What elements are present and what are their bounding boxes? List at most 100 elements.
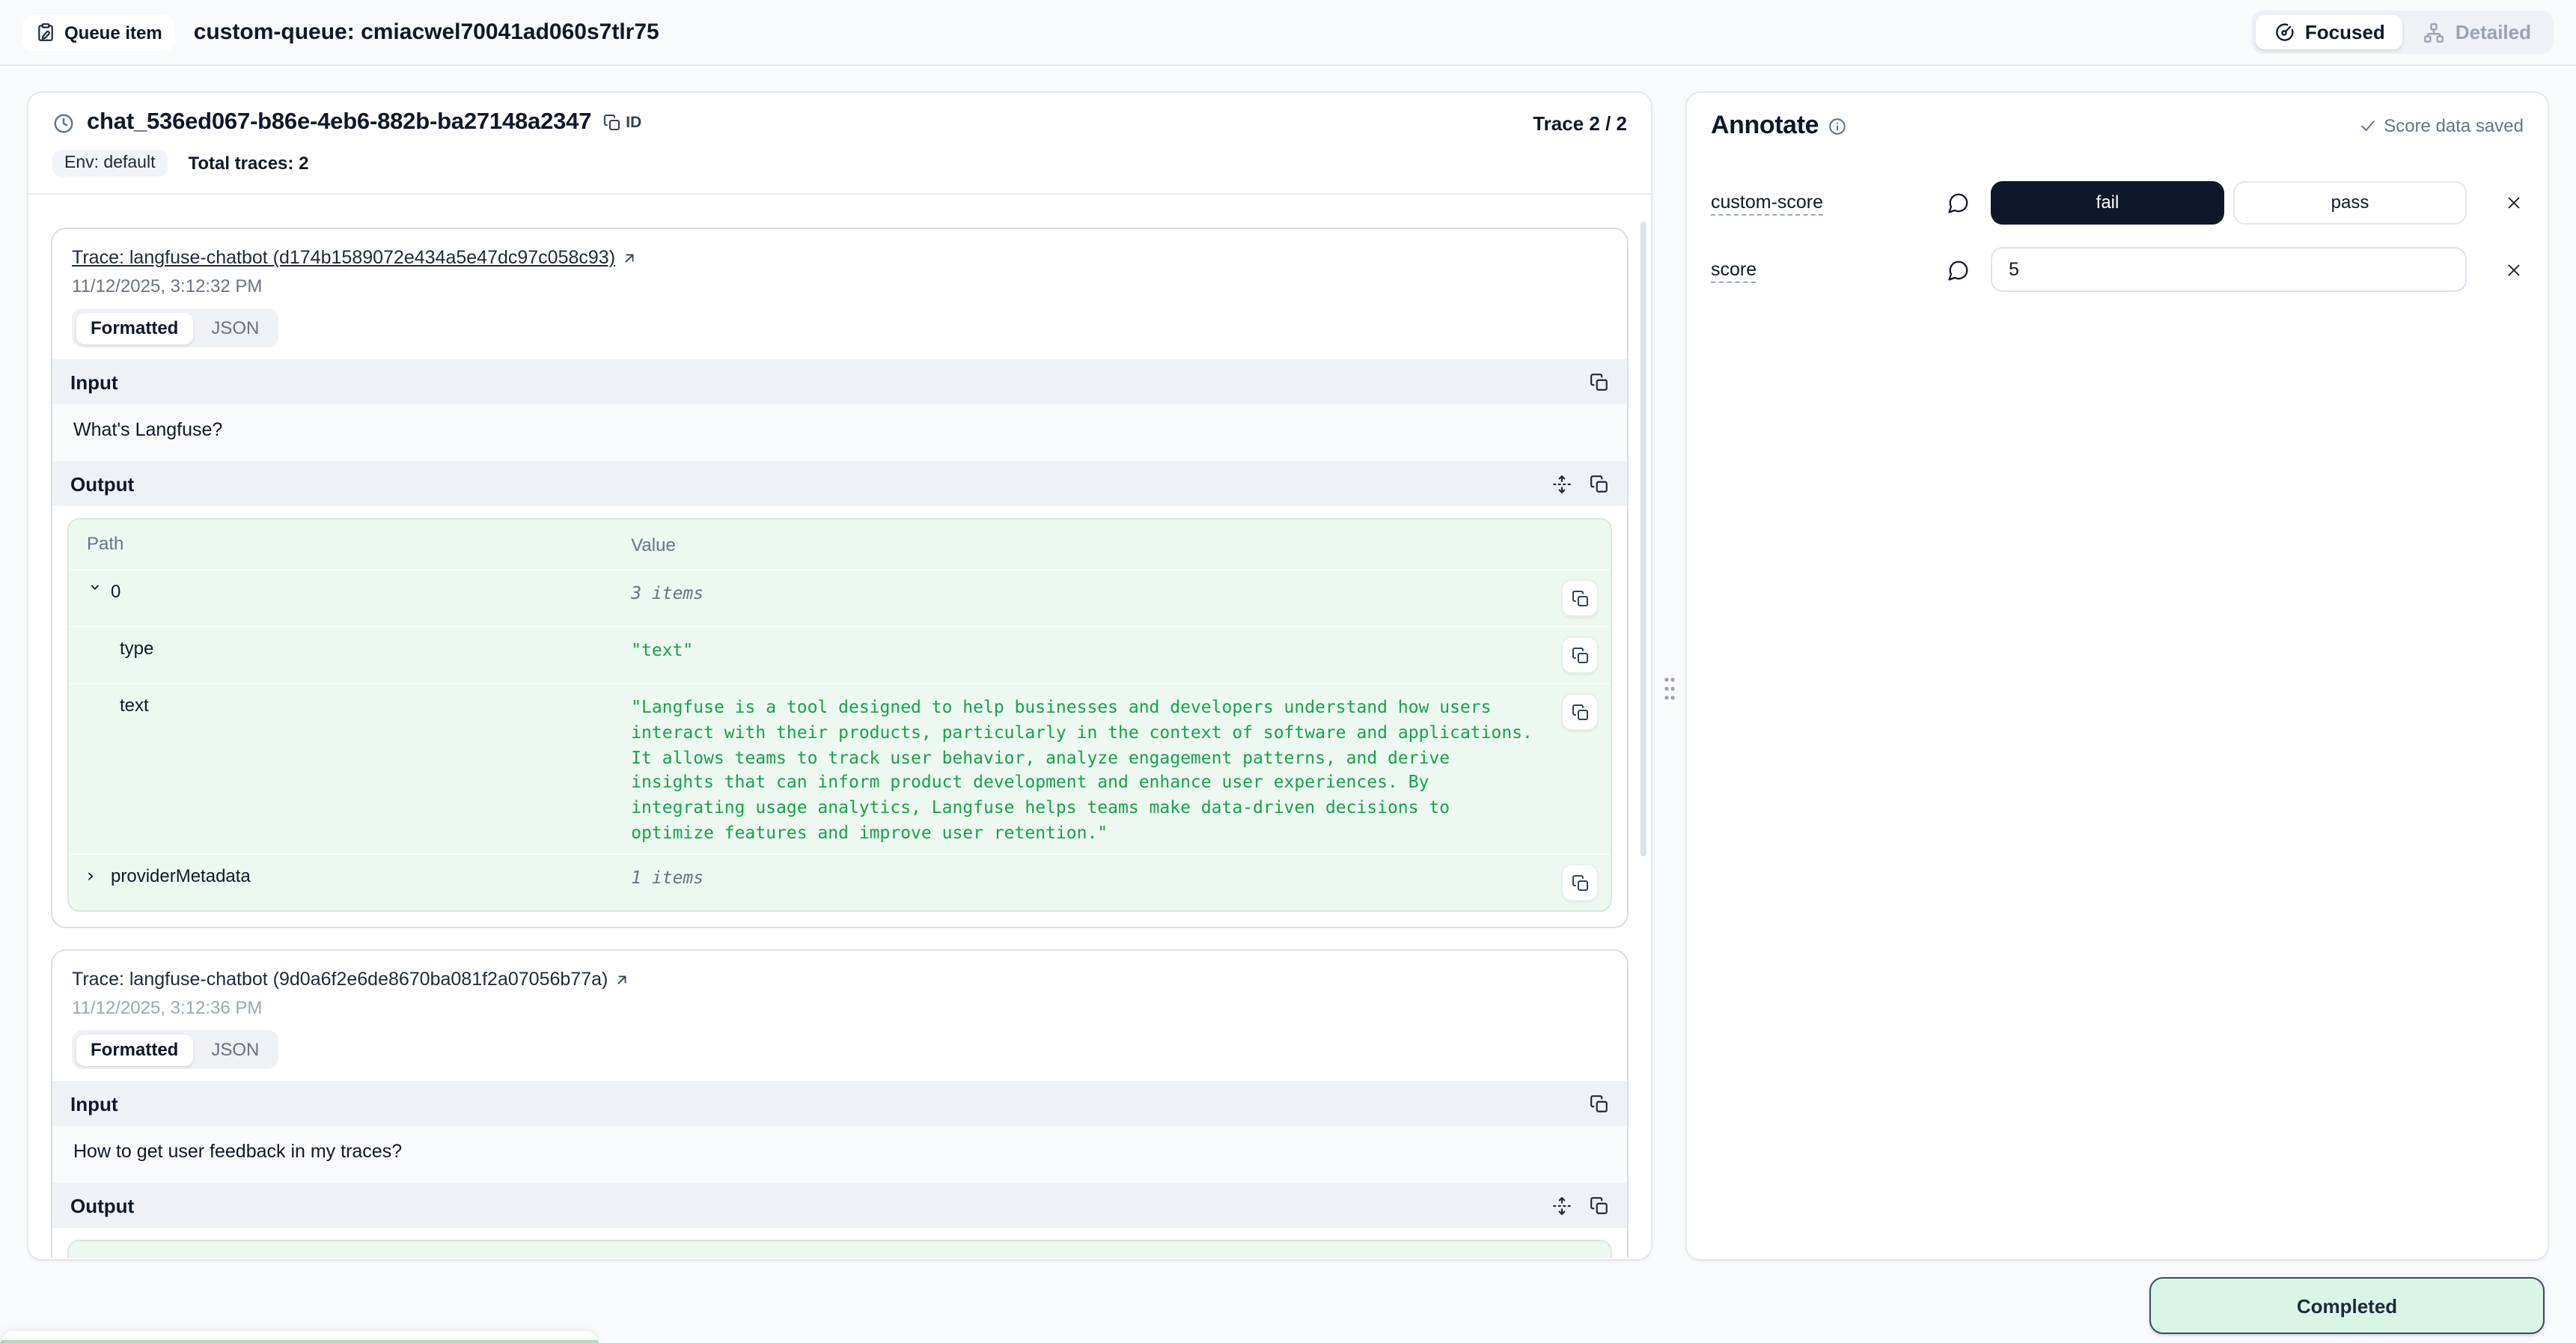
total-traces-label: Total traces: 2 — [188, 153, 308, 174]
copy-value-button[interactable] — [1561, 865, 1599, 902]
trace-timestamp: 11/12/2025, 3:12:36 PM — [72, 998, 1608, 1019]
copy-icon — [1590, 474, 1609, 493]
output-table-row: › providerMetadata 1 items — [69, 854, 1611, 911]
save-status-label: Score data saved — [2384, 115, 2524, 136]
copy-icon — [1571, 590, 1589, 608]
input-section-header: Input — [52, 1082, 1627, 1127]
focused-view-button[interactable]: Focused — [2256, 15, 2403, 49]
expand-output-button[interactable] — [1552, 474, 1572, 493]
column-header-value: Value — [631, 532, 1545, 559]
clock-icon — [52, 112, 75, 134]
path-key: 0 — [111, 582, 120, 603]
output-json-table: PathValue›03 itemstype"text"text"Langfus… — [67, 518, 1612, 913]
row-path: type — [87, 637, 631, 660]
copy-icon — [1571, 704, 1589, 722]
score-name: score — [1711, 259, 1947, 280]
row-path: ›0 — [87, 580, 631, 603]
output-label: Output — [70, 1195, 134, 1217]
trace-counter: Trace 2 / 2 — [1533, 112, 1627, 134]
copy-value-button[interactable] — [1561, 580, 1599, 618]
comment-button[interactable] — [1947, 258, 1970, 281]
copy-icon — [1571, 874, 1589, 892]
row-value: 1 items — [631, 865, 1545, 891]
row-value: "Langfuse is a tool designed to help bus… — [631, 694, 1545, 845]
comment-button[interactable] — [1947, 191, 1970, 213]
tab-json[interactable]: JSON — [196, 1035, 274, 1066]
copy-icon — [1571, 647, 1589, 665]
check-icon — [2358, 117, 2376, 135]
score-option-fail[interactable]: fail — [1991, 180, 2224, 224]
column-header-path: Path — [87, 532, 631, 554]
copy-value-button[interactable] — [1561, 694, 1599, 731]
external-link-icon — [614, 972, 630, 988]
info-icon[interactable] — [1828, 116, 1847, 135]
output-json-table: PathValue›03 items — [67, 1240, 1612, 1258]
focused-label: Focused — [2305, 21, 2385, 43]
row-value: "text" — [631, 637, 1545, 663]
input-value: What's Langfuse? — [52, 404, 1627, 461]
column-header-path: Path — [87, 1254, 631, 1258]
tab-formatted[interactable]: Formatted — [76, 1035, 193, 1066]
queue-item-page: Queue item custom-queue: cmiacwel70041ad… — [0, 0, 2576, 1343]
copy-id-button[interactable]: ID — [603, 114, 641, 132]
trace-list-scroll-area[interactable]: Trace: langfuse-chatbot (d174b1589072e43… — [30, 210, 1649, 1258]
trace-panel-header: chat_536ed067-b86e-4eb6-882b-ba27148a234… — [28, 93, 1651, 195]
copy-value-button[interactable] — [1561, 637, 1599, 674]
copy-icon — [1590, 1094, 1609, 1114]
trace-timestamp: 11/12/2025, 3:12:32 PM — [72, 275, 1608, 296]
trace-panel: chat_536ed067-b86e-4eb6-882b-ba27148a234… — [27, 91, 1652, 1261]
panel-resize-handle[interactable] — [1660, 671, 1678, 707]
main-content: chat_536ed067-b86e-4eb6-882b-ba27148a234… — [0, 66, 2576, 1343]
expand-output-button[interactable] — [1552, 1196, 1572, 1216]
chevron-down-icon[interactable]: › — [86, 584, 105, 600]
input-label: Input — [70, 1093, 118, 1115]
copy-icon — [1590, 372, 1609, 392]
toast-edge — [0, 1330, 599, 1343]
path-key: providerMetadata — [111, 866, 251, 887]
score-row-score: score — [1687, 247, 2548, 292]
chevron-right-icon[interactable]: › — [87, 868, 103, 886]
delete-score-button[interactable] — [2504, 260, 2524, 279]
output-section-header: Output — [52, 1184, 1627, 1228]
external-link-icon — [621, 249, 638, 266]
trace-link-1[interactable]: Trace: langfuse-chatbot (d174b1589072e43… — [72, 247, 638, 268]
env-badge: Env: default — [52, 150, 167, 177]
format-tabs: Formatted JSON — [72, 308, 278, 347]
view-mode-toggle: Focused Detailed — [2251, 10, 2554, 54]
tab-formatted[interactable]: Formatted — [76, 312, 193, 344]
trace-link-label: Trace: langfuse-chatbot (9d0a6f2e6de8670… — [72, 969, 608, 990]
row-path: text — [87, 694, 631, 716]
score-value-input[interactable] — [1991, 247, 2467, 292]
row-path: › providerMetadata — [87, 865, 631, 887]
copy-input-button[interactable] — [1590, 372, 1609, 392]
clipboard-pen-icon — [36, 22, 55, 42]
queue-item-badge: Queue item — [22, 14, 176, 50]
annotate-header: Annotate Score data saved — [1687, 93, 2548, 141]
output-table-row: type"text" — [69, 627, 1611, 683]
unfold-vertical-icon — [1552, 1196, 1572, 1216]
copy-output-button[interactable] — [1590, 1196, 1609, 1216]
trace-card-1: Trace: langfuse-chatbot (d174b1589072e43… — [51, 228, 1629, 929]
x-icon — [2504, 260, 2524, 279]
trace-card-2: Trace: langfuse-chatbot (9d0a6f2e6de8670… — [51, 950, 1629, 1258]
vertical-scrollbar[interactable] — [1640, 222, 1646, 856]
tab-json[interactable]: JSON — [196, 312, 274, 344]
network-icon — [2424, 22, 2445, 43]
copy-input-button[interactable] — [1590, 1094, 1609, 1114]
x-icon — [2504, 192, 2524, 212]
delete-score-button[interactable] — [2504, 192, 2524, 212]
output-label: Output — [70, 472, 134, 495]
page-title: custom-queue: cmiacwel70041ad060s7tlr75 — [194, 19, 659, 45]
column-header-value: Value — [631, 1254, 1545, 1258]
trace-link-2[interactable]: Trace: langfuse-chatbot (9d0a6f2e6de8670… — [72, 969, 630, 990]
id-label: ID — [626, 114, 641, 132]
score-row-custom-score: custom-score fail pass — [1687, 180, 2548, 225]
unfold-vertical-icon — [1552, 474, 1572, 493]
save-status: Score data saved — [2358, 115, 2524, 136]
gauge-icon — [2274, 22, 2295, 43]
score-option-pass[interactable]: pass — [2233, 180, 2467, 224]
detailed-view-button[interactable]: Detailed — [2406, 15, 2549, 49]
copy-output-button[interactable] — [1590, 474, 1609, 493]
copy-icon — [1590, 1196, 1609, 1216]
completed-button[interactable]: Completed — [2149, 1277, 2545, 1334]
